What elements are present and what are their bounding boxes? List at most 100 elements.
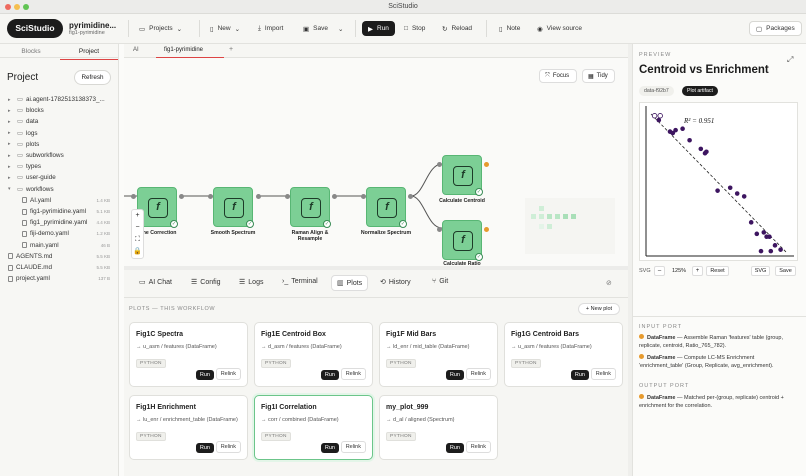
- node-port[interactable]: [437, 162, 442, 167]
- plot-card[interactable]: Fig1E Centroid Box → d_asm / features (Da…: [254, 322, 373, 387]
- plot-card[interactable]: Fig1C Spectra → u_asm / features (DataFra…: [129, 322, 248, 387]
- relink-button[interactable]: Relink: [215, 368, 241, 380]
- tab-terminal[interactable]: ›_ Terminal: [282, 278, 318, 285]
- plot-card[interactable]: Fig1F Mid Bars → ld_enr / mid_table (Data…: [379, 322, 498, 387]
- view-source-button[interactable]: ◉ View source: [531, 21, 588, 36]
- node-raman-align-resample[interactable]: f ✓: [290, 187, 331, 228]
- chat-icon: ▭: [139, 279, 146, 286]
- relink-button[interactable]: Relink: [340, 368, 366, 380]
- relink-button[interactable]: Relink: [340, 441, 366, 453]
- lock-icon[interactable]: 🔒: [132, 246, 143, 258]
- expand-icon[interactable]: ⤢: [787, 55, 793, 65]
- tree-item[interactable]: ▾ ▭ workflows: [8, 186, 110, 193]
- plot-card[interactable]: Fig1G Centroid Bars → u_asm / features (D…: [504, 322, 623, 387]
- new-plot-button[interactable]: + New plot: [578, 303, 620, 315]
- tab-logs[interactable]: ☰ Logs: [239, 278, 263, 287]
- new-button[interactable]: ▯ New ⌄: [204, 21, 246, 36]
- node-output-port[interactable]: [484, 162, 489, 167]
- tree-item[interactable]: CLAUDE.md 5.5 KB: [8, 264, 110, 271]
- folder-icon: ▭: [17, 129, 23, 137]
- tree-item[interactable]: main.yaml 46 B: [22, 242, 110, 249]
- tree-item[interactable]: ▸ ▭ data: [8, 118, 110, 125]
- zoom-out-button[interactable]: –: [654, 266, 665, 276]
- plot-card-title: Fig1C Spectra: [136, 331, 184, 338]
- mute-icon[interactable]: ⊘: [606, 279, 612, 287]
- node-port[interactable]: [256, 194, 261, 199]
- panel-resize-handle[interactable]: [628, 44, 632, 476]
- note-button[interactable]: ▯ Note: [493, 21, 526, 36]
- save-button[interactable]: ▣ Save: [297, 21, 334, 36]
- plot-artifact-chip[interactable]: Plot artifact: [682, 86, 718, 96]
- packages-button[interactable]: ▢ Packages: [749, 21, 802, 36]
- canvas-minimap[interactable]: [525, 198, 615, 254]
- zoom-in-button[interactable]: +: [692, 266, 703, 276]
- tree-item[interactable]: fiji-demo.yaml 1.2 KB: [22, 230, 110, 237]
- fit-view-icon[interactable]: ⛶: [132, 234, 143, 246]
- node-calculate-centroid[interactable]: f ✓: [442, 155, 483, 196]
- save-options-button[interactable]: ⌄: [332, 21, 349, 36]
- node-output-port[interactable]: [484, 227, 489, 232]
- tab-history[interactable]: ⟲ History: [380, 278, 411, 287]
- data-id-chip[interactable]: data-f92b7: [639, 86, 674, 96]
- node-port[interactable]: [285, 194, 290, 199]
- tree-item[interactable]: fig1_pyrimidine.yaml 4.4 KB: [22, 219, 110, 226]
- new-tab-button[interactable]: +: [229, 46, 233, 53]
- run-plot-button[interactable]: Run: [195, 443, 214, 453]
- run-plot-button[interactable]: Run: [445, 370, 464, 380]
- tab-git[interactable]: ⑂ Git: [432, 278, 448, 285]
- tree-item[interactable]: fig1-pyrimidine.yaml 5.1 KB: [22, 208, 110, 215]
- tree-item[interactable]: ▸ ▭ plots: [8, 141, 110, 148]
- run-plot-button[interactable]: Run: [320, 443, 339, 453]
- projects-menu-button[interactable]: ▭ Projects ⌄: [133, 21, 188, 36]
- node-port[interactable]: [408, 194, 413, 199]
- plot-card[interactable]: Fig1I Correlation → corr / combined (Data…: [254, 395, 373, 460]
- node-port[interactable]: [437, 227, 442, 232]
- relink-button[interactable]: Relink: [465, 441, 491, 453]
- tree-item[interactable]: ▸ ▭ subworkflows: [8, 152, 110, 159]
- export-svg-button[interactable]: SVG: [751, 266, 770, 276]
- tree-item[interactable]: ▸ ▭ logs: [8, 130, 110, 137]
- node-port[interactable]: [361, 194, 366, 199]
- plot-card[interactable]: Fig1H Enrichment → lu_enr / enrichment_ta…: [129, 395, 248, 460]
- tree-item[interactable]: ▸ ▭ blocks: [8, 107, 110, 114]
- node-calculate-ratio[interactable]: f ✓: [442, 220, 483, 261]
- chevron-right-icon: ▸: [8, 107, 11, 114]
- tab-plots[interactable]: ▥ Plots: [331, 275, 369, 291]
- run-plot-button[interactable]: Run: [320, 370, 339, 380]
- tree-item[interactable]: ▸ ▭ user-guide: [8, 174, 110, 181]
- run-plot-button[interactable]: Run: [570, 370, 589, 380]
- reset-zoom-button[interactable]: Reset: [706, 266, 729, 276]
- reload-button[interactable]: ↻ Reload: [436, 21, 478, 36]
- save-plot-button[interactable]: Save: [775, 266, 796, 276]
- tree-item[interactable]: ▸ ▭ ai.agent-1782513138373_...: [8, 96, 110, 103]
- stop-button[interactable]: □ Stop: [398, 21, 431, 36]
- tree-item[interactable]: ▸ ▭ types: [8, 163, 110, 170]
- tab-project[interactable]: Project: [60, 48, 118, 60]
- plot-card[interactable]: my_plot_999 → d_al / aligned (Spectrum) PY…: [379, 395, 498, 460]
- node-port[interactable]: [208, 194, 213, 199]
- refresh-button[interactable]: Refresh: [74, 70, 111, 85]
- relink-button[interactable]: Relink: [215, 441, 241, 453]
- file-icon: [8, 275, 13, 282]
- tree-item[interactable]: AI.yaml 1.4 KB: [22, 197, 110, 204]
- tab-ai-chat[interactable]: ▭ AI Chat: [139, 278, 172, 287]
- tab-config[interactable]: ☰ Config: [191, 278, 221, 287]
- relink-button[interactable]: Relink: [465, 368, 491, 380]
- tab-ai[interactable]: AI: [133, 47, 139, 53]
- tree-item[interactable]: project.yaml 137 B: [8, 275, 110, 282]
- zoom-out-icon[interactable]: −: [132, 222, 143, 234]
- tree-item[interactable]: AGENTS.md 5.5 KB: [8, 253, 110, 260]
- node-port[interactable]: [131, 194, 136, 199]
- run-plot-button[interactable]: Run: [445, 443, 464, 453]
- project-name[interactable]: pyrimidine...: [69, 21, 116, 30]
- node-port[interactable]: [179, 194, 184, 199]
- node-smooth-spectrum[interactable]: f ✓: [213, 187, 254, 228]
- zoom-in-icon[interactable]: +: [132, 210, 143, 222]
- node-port[interactable]: [332, 194, 337, 199]
- tab-fig1-pyrimidine[interactable]: fig1-pyrimidine: [156, 44, 224, 58]
- run-plot-button[interactable]: Run: [195, 370, 214, 380]
- run-button[interactable]: ▶ Run: [362, 21, 395, 36]
- relink-button[interactable]: Relink: [590, 368, 616, 380]
- node-normalize-spectrum[interactable]: f ✓: [366, 187, 407, 228]
- import-button[interactable]: ⤓ Import: [252, 21, 289, 36]
